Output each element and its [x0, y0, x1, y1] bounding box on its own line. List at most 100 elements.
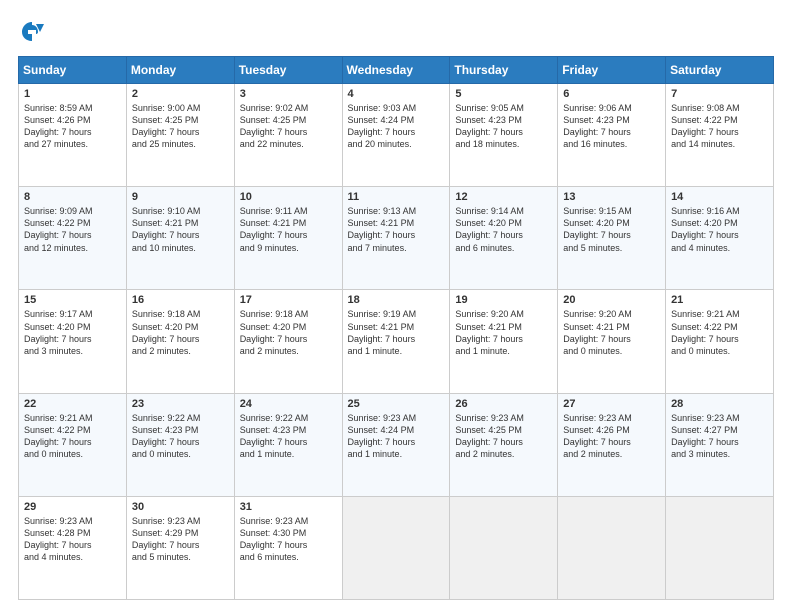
day-number: 4: [348, 88, 445, 100]
calendar-cell: 23 Sunrise: 9:22 AMSunset: 4:23 PMDayligh…: [126, 393, 234, 496]
day-number: 9: [132, 191, 229, 203]
cell-details: Sunrise: 9:10 AMSunset: 4:21 PMDaylight:…: [132, 205, 229, 254]
cell-details: Sunrise: 9:11 AMSunset: 4:21 PMDaylight:…: [240, 205, 337, 254]
cell-details: Sunrise: 9:23 AMSunset: 4:25 PMDaylight:…: [455, 412, 552, 461]
cell-details: Sunrise: 9:16 AMSunset: 4:20 PMDaylight:…: [671, 205, 768, 254]
calendar-cell: 27 Sunrise: 9:23 AMSunset: 4:26 PMDayligh…: [558, 393, 666, 496]
calendar-cell: 10 Sunrise: 9:11 AMSunset: 4:21 PMDayligh…: [234, 187, 342, 290]
cell-details: Sunrise: 9:06 AMSunset: 4:23 PMDaylight:…: [563, 102, 660, 151]
cell-details: Sunrise: 9:13 AMSunset: 4:21 PMDaylight:…: [348, 205, 445, 254]
calendar-cell: 18 Sunrise: 9:19 AMSunset: 4:21 PMDayligh…: [342, 290, 450, 393]
day-number: 17: [240, 294, 337, 306]
calendar-cell: 31Sunrise: 9:23 AMSunset: 4:30 PMDayligh…: [234, 496, 342, 599]
cell-details: Sunrise: 9:15 AMSunset: 4:20 PMDaylight:…: [563, 205, 660, 254]
cell-details: Sunrise: 9:18 AMSunset: 4:20 PMDaylight:…: [132, 308, 229, 357]
day-number: 20: [563, 294, 660, 306]
cell-details: Sunrise: 9:23 AMSunset: 4:24 PMDaylight:…: [348, 412, 445, 461]
day-of-week-header: Monday: [126, 57, 234, 84]
cell-details: Sunrise: 9:23 AMSunset: 4:29 PMDaylight:…: [132, 515, 229, 564]
day-number: 5: [455, 88, 552, 100]
calendar-cell: 15 Sunrise: 9:17 AMSunset: 4:20 PMDayligh…: [19, 290, 127, 393]
logo-icon: [18, 18, 46, 46]
cell-details: Sunrise: 9:23 AMSunset: 4:26 PMDaylight:…: [563, 412, 660, 461]
calendar-cell: 19Sunrise: 9:20 AMSunset: 4:21 PMDayligh…: [450, 290, 558, 393]
calendar-cell: 9 Sunrise: 9:10 AMSunset: 4:21 PMDaylight…: [126, 187, 234, 290]
calendar-cell: 8 Sunrise: 9:09 AMSunset: 4:22 PMDaylight…: [19, 187, 127, 290]
calendar-cell: 1 Sunrise: 8:59 AMSunset: 4:26 PMDaylight…: [19, 84, 127, 187]
day-number: 16: [132, 294, 229, 306]
page: SundayMondayTuesdayWednesdayThursdayFrid…: [0, 0, 792, 612]
day-number: 14: [671, 191, 768, 203]
calendar-cell: 3 Sunrise: 9:02 AMSunset: 4:25 PMDaylight…: [234, 84, 342, 187]
day-of-week-header: Saturday: [666, 57, 774, 84]
day-number: 11: [348, 191, 445, 203]
calendar-cell: 12Sunrise: 9:14 AMSunset: 4:20 PMDayligh…: [450, 187, 558, 290]
cell-details: Sunrise: 8:59 AMSunset: 4:26 PMDaylight:…: [24, 102, 121, 151]
cell-details: Sunrise: 9:20 AMSunset: 4:21 PMDaylight:…: [455, 308, 552, 357]
day-number: 30: [132, 501, 229, 513]
calendar-cell: [450, 496, 558, 599]
cell-details: Sunrise: 9:14 AMSunset: 4:20 PMDaylight:…: [455, 205, 552, 254]
calendar-cell: 13 Sunrise: 9:15 AMSunset: 4:20 PMDayligh…: [558, 187, 666, 290]
cell-details: Sunrise: 9:08 AMSunset: 4:22 PMDaylight:…: [671, 102, 768, 151]
day-number: 13: [563, 191, 660, 203]
day-number: 22: [24, 398, 121, 410]
calendar-cell: 16 Sunrise: 9:18 AMSunset: 4:20 PMDayligh…: [126, 290, 234, 393]
calendar-cell: 6 Sunrise: 9:06 AMSunset: 4:23 PMDaylight…: [558, 84, 666, 187]
day-of-week-header: Thursday: [450, 57, 558, 84]
cell-details: Sunrise: 9:00 AMSunset: 4:25 PMDaylight:…: [132, 102, 229, 151]
day-number: 8: [24, 191, 121, 203]
cell-details: Sunrise: 9:23 AMSunset: 4:28 PMDaylight:…: [24, 515, 121, 564]
day-number: 26: [455, 398, 552, 410]
day-of-week-header: Tuesday: [234, 57, 342, 84]
calendar-cell: 28 Sunrise: 9:23 AMSunset: 4:27 PMDayligh…: [666, 393, 774, 496]
calendar-cell: 26 Sunrise: 9:23 AMSunset: 4:25 PMDayligh…: [450, 393, 558, 496]
day-number: 6: [563, 88, 660, 100]
calendar-cell: 2Sunrise: 9:00 AMSunset: 4:25 PMDaylight…: [126, 84, 234, 187]
calendar-cell: 20Sunrise: 9:20 AMSunset: 4:21 PMDayligh…: [558, 290, 666, 393]
cell-details: Sunrise: 9:22 AMSunset: 4:23 PMDaylight:…: [240, 412, 337, 461]
day-number: 1: [24, 88, 121, 100]
day-number: 7: [671, 88, 768, 100]
day-number: 10: [240, 191, 337, 203]
day-number: 23: [132, 398, 229, 410]
header: [18, 18, 774, 46]
cell-details: Sunrise: 9:23 AMSunset: 4:30 PMDaylight:…: [240, 515, 337, 564]
cell-details: Sunrise: 9:19 AMSunset: 4:21 PMDaylight:…: [348, 308, 445, 357]
cell-details: Sunrise: 9:09 AMSunset: 4:22 PMDaylight:…: [24, 205, 121, 254]
cell-details: Sunrise: 9:02 AMSunset: 4:25 PMDaylight:…: [240, 102, 337, 151]
logo: [18, 18, 50, 46]
day-of-week-header: Friday: [558, 57, 666, 84]
calendar-cell: 14 Sunrise: 9:16 AMSunset: 4:20 PMDayligh…: [666, 187, 774, 290]
cell-details: Sunrise: 9:03 AMSunset: 4:24 PMDaylight:…: [348, 102, 445, 151]
calendar-cell: 22 Sunrise: 9:21 AMSunset: 4:22 PMDayligh…: [19, 393, 127, 496]
calendar-cell: [558, 496, 666, 599]
cell-details: Sunrise: 9:22 AMSunset: 4:23 PMDaylight:…: [132, 412, 229, 461]
day-number: 24: [240, 398, 337, 410]
cell-details: Sunrise: 9:17 AMSunset: 4:20 PMDaylight:…: [24, 308, 121, 357]
cell-details: Sunrise: 9:23 AMSunset: 4:27 PMDaylight:…: [671, 412, 768, 461]
calendar-cell: [342, 496, 450, 599]
calendar-cell: 29Sunrise: 9:23 AMSunset: 4:28 PMDayligh…: [19, 496, 127, 599]
cell-details: Sunrise: 9:21 AMSunset: 4:22 PMDaylight:…: [24, 412, 121, 461]
calendar-cell: 21 Sunrise: 9:21 AMSunset: 4:22 PMDayligh…: [666, 290, 774, 393]
day-number: 21: [671, 294, 768, 306]
calendar-cell: [666, 496, 774, 599]
calendar-cell: 7 Sunrise: 9:08 AMSunset: 4:22 PMDaylight…: [666, 84, 774, 187]
calendar-cell: 11 Sunrise: 9:13 AMSunset: 4:21 PMDayligh…: [342, 187, 450, 290]
calendar-cell: 4 Sunrise: 9:03 AMSunset: 4:24 PMDaylight…: [342, 84, 450, 187]
calendar-table: SundayMondayTuesdayWednesdayThursdayFrid…: [18, 56, 774, 600]
day-number: 28: [671, 398, 768, 410]
calendar-cell: 24 Sunrise: 9:22 AMSunset: 4:23 PMDayligh…: [234, 393, 342, 496]
day-number: 18: [348, 294, 445, 306]
calendar-cell: 17 Sunrise: 9:18 AMSunset: 4:20 PMDayligh…: [234, 290, 342, 393]
cell-details: Sunrise: 9:21 AMSunset: 4:22 PMDaylight:…: [671, 308, 768, 357]
cell-details: Sunrise: 9:05 AMSunset: 4:23 PMDaylight:…: [455, 102, 552, 151]
day-number: 27: [563, 398, 660, 410]
day-number: 3: [240, 88, 337, 100]
cell-details: Sunrise: 9:18 AMSunset: 4:20 PMDaylight:…: [240, 308, 337, 357]
day-number: 15: [24, 294, 121, 306]
calendar-cell: 30 Sunrise: 9:23 AMSunset: 4:29 PMDayligh…: [126, 496, 234, 599]
day-number: 25: [348, 398, 445, 410]
day-of-week-header: Sunday: [19, 57, 127, 84]
